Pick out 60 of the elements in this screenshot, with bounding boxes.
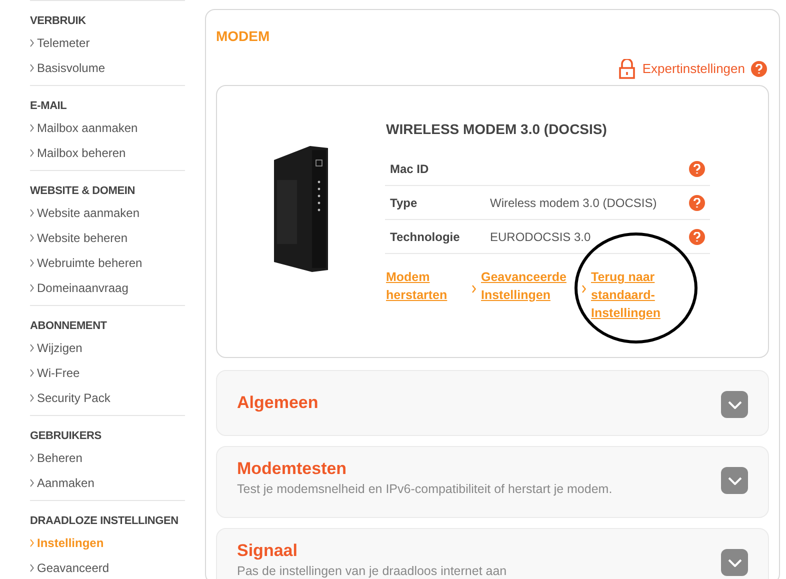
chevron-icon [30,258,34,266]
chevron-icon [582,285,586,293]
chevron-icon [30,38,34,46]
section-title: Modemtesten [237,459,348,479]
sidebar-link[interactable]: Geavanceerd [30,555,185,579]
expand-button[interactable] [721,391,748,418]
section-heading: GEBRUIKERS [30,429,102,444]
chevron-down-icon [728,400,742,408]
sidebar-link[interactable]: Wijzigen [30,335,185,360]
section-title: Signaal [237,541,298,561]
chevron-icon [30,148,34,156]
chevron-icon [30,208,34,216]
chevron-icon [30,538,34,546]
chevron-icon [30,344,34,352]
chevron-icon [30,454,34,462]
section-description: Pas de instellingen van je draadloos internet aan [237,563,508,579]
sidebar-link[interactable]: Beheren [30,445,185,470]
section-heading: WEBSITE & DOMEIN [30,184,136,199]
chevron-icon [30,64,34,72]
chevron-down-icon [728,558,742,566]
section-heading: ABONNEMENT [30,319,108,334]
section-title: Algemeen [237,393,320,413]
sidebar-link[interactable]: Website aanmaken [30,200,185,225]
help-icon[interactable] [689,228,705,244]
sidebar-link[interactable]: Security Pack [30,385,185,410]
chevron-icon [30,234,34,242]
sidebar-link[interactable]: Wi-Free [30,360,185,385]
expand-button[interactable] [721,549,748,576]
chevron-icon [472,285,476,293]
section-heading: VERBRUIK [30,14,87,29]
sidebar-link[interactable]: Telemeter [30,30,185,55]
spec-label: Type [390,194,418,212]
chevron-icon [30,394,34,402]
chevron-down-icon [728,476,742,484]
help-icon[interactable] [689,194,705,210]
chevron-icon [30,368,34,376]
sidebar-link[interactable]: Mailbox aanmaken [30,115,185,140]
spec-label: Technologie [390,228,461,246]
spec-label: Mac ID [390,160,430,178]
chevron-icon [30,564,34,572]
modem-name: WIRELESS MODEM 3.0 (DOCSIS) [386,120,608,139]
chevron-icon [30,124,34,132]
help-icon[interactable] [751,61,767,77]
chevron-icon [30,478,34,486]
spec-value: Wireless modem 3.0 (DOCSIS) [490,194,658,212]
section-heading: E-MAIL [30,99,68,114]
sidebar-link[interactable]: Basisvolume [30,55,185,80]
section-heading: DRAADLOZE INSTELLINGEN [30,514,180,529]
section-description: Test je modemsnelheid en IPv6-compatibiliteit of herstart je modem. [237,481,614,497]
chevron-icon [30,284,34,292]
panel-title: MODEM [216,29,271,43]
expand-button[interactable] [721,467,748,494]
sidebar-link[interactable]: Mailbox beheren [30,140,185,165]
help-icon[interactable] [689,160,705,176]
sidebar-link[interactable]: Aanmaken [30,470,185,495]
sidebar-link[interactable]: Website beheren [30,225,185,250]
sidebar-link[interactable]: Domeinaanvraag [30,275,185,300]
spec-value: EURODOCSIS 3.0 [490,228,592,246]
padlock-icon [618,59,636,79]
sidebar-link[interactable]: Webruimte beheren [30,250,185,275]
